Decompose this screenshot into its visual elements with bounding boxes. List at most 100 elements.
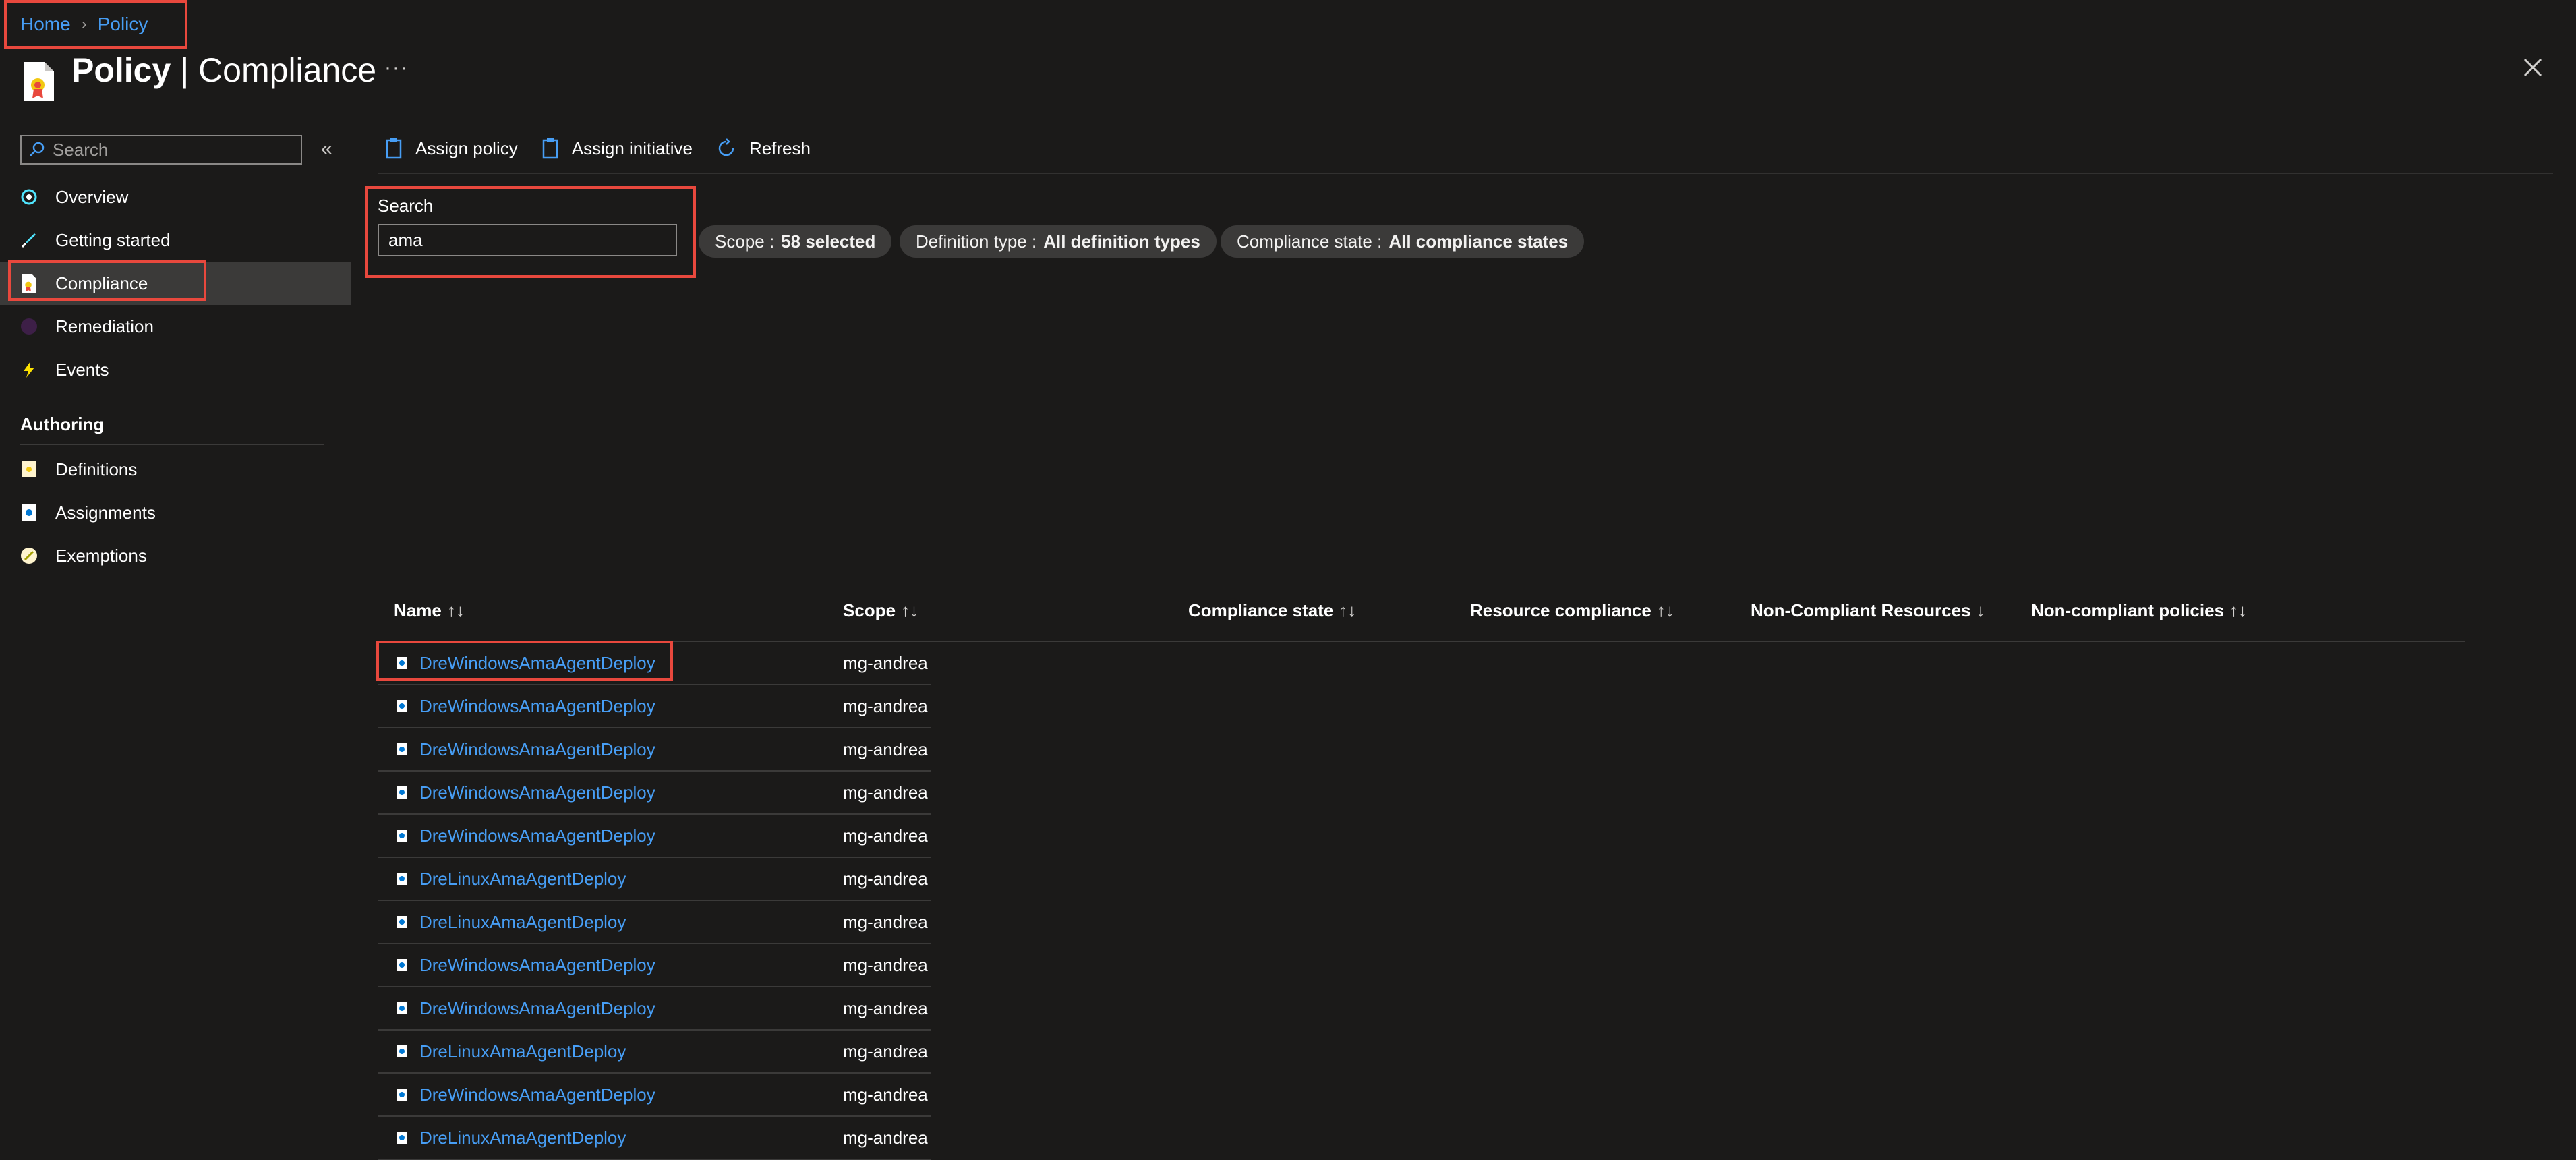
breadcrumb-policy-link[interactable]: Policy (98, 13, 148, 35)
assignment-name-link[interactable]: DreWindowsAmaAgentDeploy (395, 772, 655, 813)
column-header-resource-compliance[interactable]: Resource compliance ↑↓ (1470, 593, 1674, 627)
table-row[interactable]: DreLinuxAmaAgentDeploy mg-andrea (378, 858, 931, 901)
column-header-scope[interactable]: Scope ↑↓ (843, 593, 918, 627)
assignment-name[interactable]: DreWindowsAmaAgentDeploy (419, 653, 655, 674)
table-row[interactable]: DreLinuxAmaAgentDeploy mg-andrea (378, 1117, 931, 1160)
sort-icon: ↑↓ (1339, 600, 1357, 620)
table-row[interactable]: DreWindowsAmaAgentDeploy mg-andrea (378, 685, 931, 728)
table-row[interactable]: DreLinuxAmaAgentDeploy mg-andrea (378, 1031, 931, 1074)
assignment-name-link[interactable]: DreLinuxAmaAgentDeploy (395, 1031, 626, 1072)
assignment-name[interactable]: DreWindowsAmaAgentDeploy (419, 955, 655, 976)
sidebar-search-box[interactable] (20, 135, 302, 165)
assignment-name[interactable]: DreWindowsAmaAgentDeploy (419, 825, 655, 846)
assignment-name[interactable]: DreLinuxAmaAgentDeploy (419, 869, 626, 890)
scope-cell: mg-andrea (843, 695, 928, 716)
scope-cell: mg-andrea (843, 911, 928, 932)
assign-policy-button[interactable]: Assign policy (384, 137, 518, 160)
assignment-name[interactable]: DreWindowsAmaAgentDeploy (419, 739, 655, 760)
sidebar-item-label: Overview (55, 186, 129, 207)
assignment-name-link[interactable]: DreLinuxAmaAgentDeploy (395, 858, 626, 900)
sidebar-item-events[interactable]: Events (0, 348, 351, 391)
assignment-name-link[interactable]: DreWindowsAmaAgentDeploy (395, 642, 655, 684)
exemptions-icon (19, 546, 39, 566)
assignment-name-link[interactable]: DreLinuxAmaAgentDeploy (395, 901, 626, 943)
table-row[interactable]: DreWindowsAmaAgentDeploy mg-andrea (378, 815, 931, 858)
scope-cell: mg-andrea (843, 868, 928, 889)
assignment-name[interactable]: DreWindowsAmaAgentDeploy (419, 998, 655, 1019)
sidebar-item-overview[interactable]: Overview (0, 175, 351, 219)
assignment-icon (397, 959, 407, 971)
sidebar-item-label: Assignments (55, 502, 156, 523)
remediation-icon (19, 316, 39, 337)
sidebar-item-definitions[interactable]: Definitions (0, 448, 351, 491)
sidebar-item-getting-started[interactable]: Getting started (0, 219, 351, 262)
table-row[interactable]: DreWindowsAmaAgentDeploy mg-andrea (378, 642, 931, 685)
table-row[interactable]: DreWindowsAmaAgentDeploy mg-andrea (378, 728, 931, 772)
scope-cell: mg-andrea (843, 1127, 928, 1148)
table-row[interactable]: DreLinuxAmaAgentDeploy mg-andrea (378, 901, 931, 944)
scope-cell: mg-andrea (843, 825, 928, 846)
sidebar-item-assignments[interactable]: Assignments (0, 491, 351, 534)
search-icon (30, 142, 45, 156)
column-header-non-compliant-resources[interactable]: Non-Compliant Resources ↓ (1751, 593, 1985, 627)
assignment-name[interactable]: DreLinuxAmaAgentDeploy (419, 1128, 626, 1149)
table-row[interactable]: DreWindowsAmaAgentDeploy mg-andrea (378, 1074, 931, 1117)
assignment-name-link[interactable]: DreWindowsAmaAgentDeploy (395, 728, 655, 770)
assignment-name-link[interactable]: DreWindowsAmaAgentDeploy (395, 987, 655, 1029)
assignment-icon (397, 657, 407, 669)
sidebar-item-label: Events (55, 359, 109, 380)
sidebar-item-label: Remediation (55, 316, 154, 337)
sidebar-item-exemptions[interactable]: Exemptions (0, 534, 351, 577)
lightning-icon (19, 359, 39, 380)
assignment-name[interactable]: DreLinuxAmaAgentDeploy (419, 912, 626, 933)
scope-cell: mg-andrea (843, 782, 928, 803)
breadcrumb-chevron-icon: › (81, 15, 87, 33)
more-options-button[interactable]: ··· (384, 57, 409, 80)
assignment-name-link[interactable]: DreWindowsAmaAgentDeploy (395, 815, 655, 857)
collapse-sidebar-icon[interactable]: « (321, 139, 332, 159)
assignment-name[interactable]: DreLinuxAmaAgentDeploy (419, 1041, 626, 1062)
refresh-button[interactable]: Refresh (715, 138, 811, 159)
sidebar-search-input[interactable] (51, 138, 297, 161)
scope-cell: mg-andrea (843, 1084, 928, 1105)
assignment-name[interactable]: DreWindowsAmaAgentDeploy (419, 782, 655, 803)
compliance-icon (19, 273, 39, 293)
scope-cell: mg-andrea (843, 1041, 928, 1062)
section-heading-authoring: Authoring (20, 414, 105, 434)
scope-cell: mg-andrea (843, 652, 928, 673)
assignment-name-link[interactable]: DreWindowsAmaAgentDeploy (395, 685, 655, 727)
breadcrumb-home-link[interactable]: Home (20, 13, 71, 35)
column-header-compliance-state[interactable]: Compliance state ↑↓ (1188, 593, 1356, 627)
assignment-name[interactable]: DreWindowsAmaAgentDeploy (419, 696, 655, 717)
command-bar: Assign policy Assign initiative Refresh (384, 132, 833, 165)
assignment-name-link[interactable]: DreWindowsAmaAgentDeploy (395, 944, 655, 986)
page-title: Policy | Compliance (71, 51, 377, 89)
overview-icon (19, 187, 39, 207)
sort-icon: ↑↓ (1656, 600, 1674, 620)
compliance-state-filter-pill[interactable]: Compliance state : All compliance states (1221, 225, 1585, 258)
table-row[interactable]: DreWindowsAmaAgentDeploy mg-andrea (378, 944, 931, 987)
definition-type-filter-pill[interactable]: Definition type : All definition types (900, 225, 1217, 258)
assignment-name-link[interactable]: DreWindowsAmaAgentDeploy (395, 1074, 655, 1115)
search-filter-input[interactable] (378, 224, 677, 256)
assignment-icon (397, 1002, 407, 1014)
assignment-icon (397, 786, 407, 799)
assignment-name-link[interactable]: DreLinuxAmaAgentDeploy (395, 1117, 626, 1159)
table-row[interactable]: DreWindowsAmaAgentDeploy mg-andrea (378, 772, 931, 815)
table-row[interactable]: DreWindowsAmaAgentDeploy mg-andrea (378, 987, 931, 1031)
scope-cell: mg-andrea (843, 738, 928, 759)
assignment-icon (397, 1132, 407, 1144)
sidebar-item-compliance[interactable]: Compliance (0, 262, 351, 305)
column-header-non-compliant-policies[interactable]: Non-compliant policies ↑↓ (2031, 593, 2247, 627)
column-header-name[interactable]: Name ↑↓ (394, 593, 465, 627)
sidebar-item-remediation[interactable]: Remediation (0, 305, 351, 348)
sort-icon: ↑↓ (2229, 600, 2248, 620)
close-icon[interactable] (2519, 54, 2546, 81)
refresh-icon (718, 138, 734, 156)
assignments-icon (19, 502, 39, 523)
definitions-icon (19, 459, 39, 480)
assignment-name[interactable]: DreWindowsAmaAgentDeploy (419, 1084, 655, 1105)
assign-initiative-button[interactable]: Assign initiative (541, 137, 693, 160)
scope-filter-pill[interactable]: Scope : 58 selected (699, 225, 892, 258)
assignment-icon (397, 743, 407, 755)
